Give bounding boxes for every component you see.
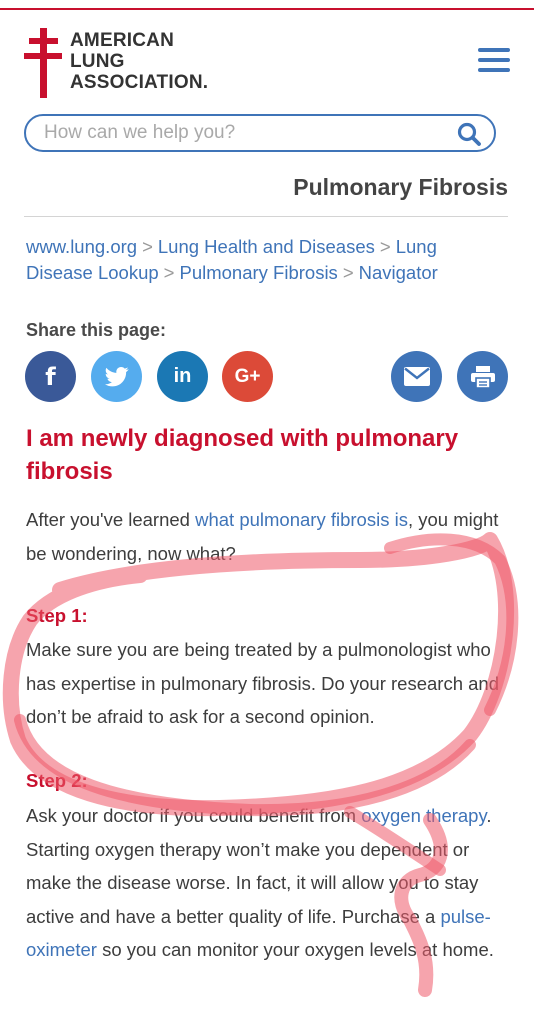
divider bbox=[24, 216, 508, 217]
top-accent-line bbox=[0, 8, 534, 10]
page-title: Pulmonary Fibrosis bbox=[293, 174, 508, 200]
search-input[interactable] bbox=[44, 121, 444, 145]
google-plus-icon: G+ bbox=[234, 365, 261, 387]
what-pf-is-link[interactable]: what pulmonary fibrosis is bbox=[195, 509, 408, 530]
step-2-label: Step 2: bbox=[26, 770, 88, 791]
breadcrumb-separator: > bbox=[379, 236, 391, 257]
step-2-text: Ask your doctor if you could benefit fro… bbox=[26, 799, 510, 967]
breadcrumb-item-lung-health[interactable]: Lung Health and Diseases bbox=[158, 236, 375, 257]
logo-line-1: AMERICAN bbox=[70, 30, 174, 51]
printer-icon bbox=[470, 365, 495, 388]
google-plus-share-button[interactable]: G+ bbox=[222, 351, 273, 402]
breadcrumb-separator: > bbox=[142, 236, 153, 257]
intro-text-before: After you've learned bbox=[26, 509, 196, 530]
search-bar bbox=[24, 114, 496, 152]
logo-line-2: LUNG bbox=[70, 51, 125, 72]
site-header: AMERICAN LUNG ASSOCIATION. bbox=[24, 24, 510, 104]
logo-wordmark: AMERICAN LUNG ASSOCIATION. bbox=[70, 30, 208, 93]
facebook-share-button[interactable]: f bbox=[25, 351, 76, 402]
envelope-icon bbox=[403, 367, 430, 386]
facebook-icon: f bbox=[45, 362, 56, 391]
breadcrumb-separator: > bbox=[163, 262, 175, 283]
share-label: Share this page: bbox=[26, 320, 167, 340]
linkedin-icon: in bbox=[173, 365, 192, 387]
twitter-share-button[interactable] bbox=[91, 351, 142, 402]
hamburger-menu-icon[interactable] bbox=[478, 48, 510, 74]
breadcrumb-item-navigator[interactable]: Navigator bbox=[359, 262, 438, 283]
logo-line-3: ASSOCIATION. bbox=[70, 72, 209, 93]
linkedin-share-button[interactable]: in bbox=[157, 351, 208, 402]
oxygen-therapy-link[interactable]: oxygen therapy bbox=[361, 805, 486, 826]
twitter-bird-icon bbox=[104, 366, 128, 386]
email-share-button[interactable] bbox=[391, 351, 442, 402]
article-heading: I am newly diagnosed with pulmonary fibr… bbox=[26, 425, 459, 485]
breadcrumb-separator: > bbox=[342, 262, 354, 283]
breadcrumb-item-home[interactable]: www.lung.org bbox=[26, 236, 137, 257]
step-2-text-before: Ask your doctor if you could benefit fro… bbox=[26, 805, 362, 826]
intro-paragraph: After you've learned what pulmonary fibr… bbox=[26, 503, 510, 570]
breadcrumb: www.lung.org > Lung Health and Diseases > Lu… bbox=[26, 234, 506, 286]
ala-logo[interactable]: AMERICAN LUNG ASSOCIATION. bbox=[24, 24, 234, 99]
lorraine-cross-icon bbox=[24, 28, 62, 98]
search-icon[interactable] bbox=[456, 121, 482, 147]
step-1-label: Step 1: bbox=[26, 605, 88, 626]
step-2-text-after: so you can monitor your oxygen levels at… bbox=[96, 939, 494, 960]
print-button[interactable] bbox=[457, 351, 508, 402]
step-1-text: Make sure you are being treated by a pul… bbox=[26, 639, 500, 727]
breadcrumb-item-pulmonary-fibrosis[interactable]: Pulmonary Fibrosis bbox=[179, 262, 337, 283]
